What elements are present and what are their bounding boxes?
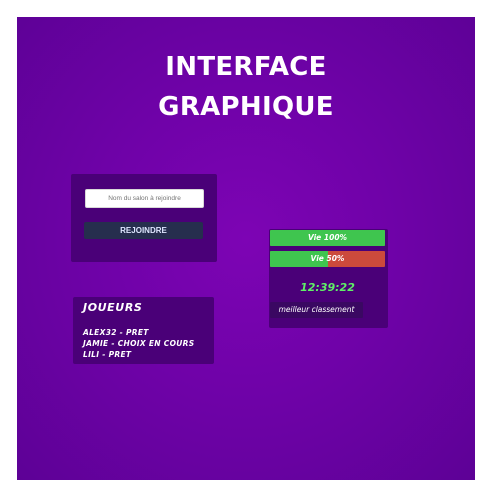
page-title-line-2: GRAPHIQUE <box>158 92 334 122</box>
health-bar-label: Vie 50% <box>310 254 345 263</box>
players-panel: JOUEURS ALEX32 - PRET JAMIE - CHOIX EN C… <box>73 297 214 364</box>
health-bar: Vie 50% <box>270 251 385 267</box>
game-ui-canvas: INTERFACE GRAPHIQUE REJOINDRE JOUEURS AL… <box>17 17 475 480</box>
page-title-line-1: INTERFACE <box>165 52 327 82</box>
players-title: JOUEURS <box>83 301 143 314</box>
best-ranking-button[interactable]: meilleur classement <box>270 302 363 318</box>
player-status-panel: Vie 100% Vie 50% 12:39:22 meilleur class… <box>269 229 388 328</box>
player-status-line: LILI - PRET <box>83 350 132 359</box>
game-timer: 12:39:22 <box>300 281 355 294</box>
join-room-panel: REJOINDRE <box>71 174 217 262</box>
player-status-line: JAMIE - CHOIX EN COURS <box>83 339 195 348</box>
join-button[interactable]: REJOINDRE <box>84 222 203 239</box>
health-bar-label: Vie 100% <box>307 233 348 242</box>
room-name-input[interactable] <box>85 189 204 208</box>
health-bar: Vie 100% <box>270 230 385 246</box>
player-status-line: ALEX32 - PRET <box>83 328 149 337</box>
